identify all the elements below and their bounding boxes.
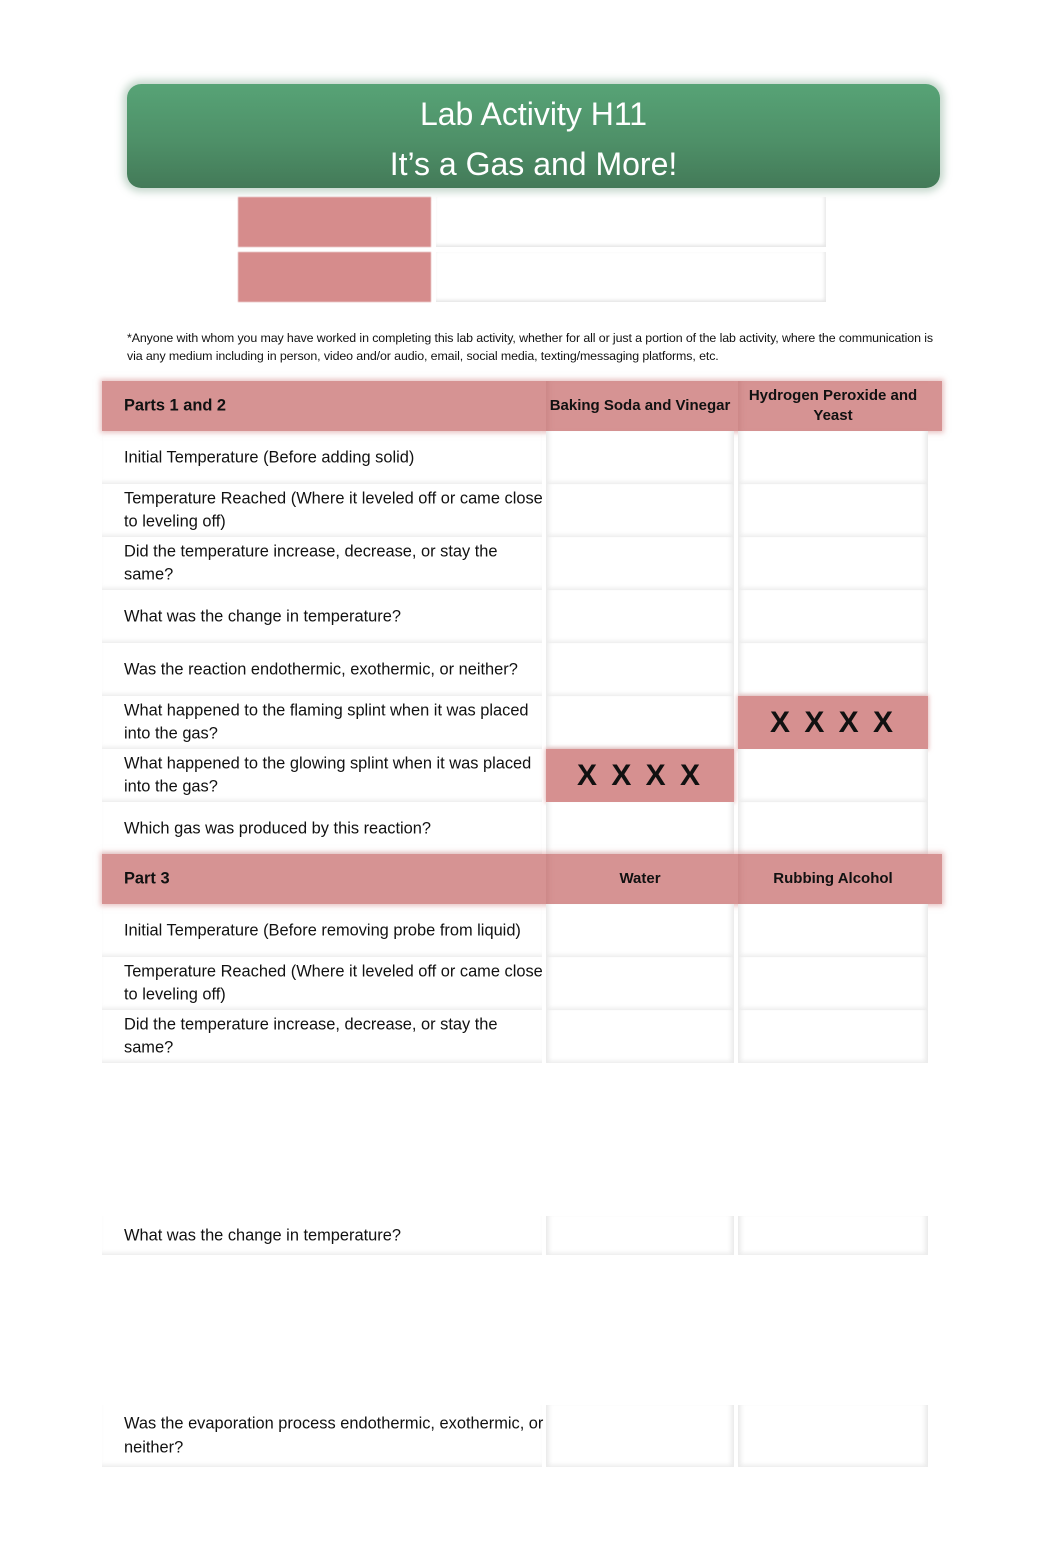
answer-cell[interactable] (738, 1010, 928, 1063)
question-label: What was the change in temperature? (124, 606, 401, 625)
part-3-table: Part 3 Water Rubbing Alcohol Initial Tem… (102, 854, 942, 1063)
answer-cell[interactable] (738, 537, 928, 590)
table-row: Was the reaction endothermic, exothermic… (102, 643, 942, 696)
question-label: Did the temperature increase, decrease, … (124, 1015, 498, 1057)
question-label: Did the temperature increase, decrease, … (124, 542, 498, 584)
answer-cell[interactable] (546, 590, 734, 643)
info-label (238, 197, 431, 247)
question-label: Was the reaction endothermic, exothermic… (124, 659, 518, 678)
table-row: Initial Temperature (Before adding solid… (102, 431, 942, 484)
blocked-cell: X X X X (738, 696, 928, 749)
blocked-marker: X X X X (576, 758, 704, 792)
answer-cell[interactable] (546, 696, 734, 749)
parts-1-2-table: Parts 1 and 2 Baking Soda and Vinegar Hy… (102, 381, 942, 855)
answer-cell[interactable] (546, 1010, 734, 1063)
answer-cell[interactable] (546, 431, 734, 484)
info-label (238, 252, 431, 302)
column-header: Hydrogen Peroxide and Yeast (738, 381, 928, 431)
title-banner: Lab Activity H11 It’s a Gas and More! (127, 84, 940, 188)
table-row: Did the temperature increase, decrease, … (102, 1010, 942, 1063)
part-3-table-continued: What was the change in temperature? (102, 1216, 942, 1255)
answer-cell[interactable] (738, 957, 928, 1010)
answer-cell[interactable] (738, 431, 928, 484)
table-row: What happened to the flaming splint when… (102, 696, 942, 749)
table-row: Did the temperature increase, decrease, … (102, 537, 942, 590)
title-line-2: It’s a Gas and More! (389, 146, 678, 182)
question-label: Which gas was produced by this reaction? (124, 818, 432, 837)
question-label: Temperature Reached (Where it leveled of… (124, 489, 543, 531)
student-info-box (238, 197, 826, 305)
info-row (238, 252, 826, 302)
question-label: What was the change in temperature? (124, 1225, 401, 1244)
answer-cell[interactable] (546, 1216, 734, 1255)
answer-cell[interactable] (546, 643, 734, 696)
info-value-field[interactable] (436, 197, 826, 247)
table-row: Temperature Reached (Where it leveled of… (102, 484, 942, 537)
table-row: What was the change in temperature? (102, 1216, 942, 1255)
collaboration-note: *Anyone with whom you may have worked in… (127, 331, 933, 363)
answer-cell[interactable] (738, 904, 928, 957)
table-header-row: Parts 1 and 2 Baking Soda and Vinegar Hy… (102, 381, 942, 431)
part-3-table-continued: Was the evaporation process endothermic,… (102, 1405, 942, 1467)
column-header: Water (546, 854, 734, 904)
table-header-row: Part 3 Water Rubbing Alcohol (102, 854, 942, 904)
question-label: What happened to the flaming splint when… (124, 701, 529, 743)
answer-cell[interactable] (546, 957, 734, 1010)
answer-cell[interactable] (738, 802, 928, 855)
answer-cell[interactable] (738, 749, 928, 802)
answer-cell[interactable] (738, 1405, 928, 1467)
blocked-cell: X X X X (546, 749, 734, 802)
answer-cell[interactable] (546, 537, 734, 590)
question-label: Temperature Reached (Where it leveled of… (124, 962, 543, 1004)
blocked-marker: X X X X (769, 705, 897, 739)
question-label: Initial Temperature (Before removing pro… (124, 920, 521, 939)
column-header: Rubbing Alcohol (738, 854, 928, 904)
answer-cell[interactable] (546, 1405, 734, 1467)
table-row: Was the evaporation process endothermic,… (102, 1405, 942, 1467)
info-value-field[interactable] (436, 252, 826, 302)
info-row (238, 197, 826, 247)
question-label: What happened to the glowing splint when… (124, 754, 532, 796)
answer-cell[interactable] (738, 1216, 928, 1255)
table-row: Initial Temperature (Before removing pro… (102, 904, 942, 957)
question-label: Was the evaporation process endothermic,… (124, 1414, 544, 1457)
answer-cell[interactable] (738, 643, 928, 696)
answer-cell[interactable] (738, 590, 928, 643)
answer-cell[interactable] (546, 904, 734, 957)
table-row: What was the change in temperature? (102, 590, 942, 643)
answer-cell[interactable] (738, 484, 928, 537)
table-row: Which gas was produced by this reaction? (102, 802, 942, 855)
question-label: Initial Temperature (Before adding solid… (124, 447, 415, 466)
answer-cell[interactable] (546, 484, 734, 537)
column-header: Baking Soda and Vinegar (546, 381, 734, 431)
answer-cell[interactable] (546, 802, 734, 855)
title-line-1: Lab Activity H11 (419, 96, 648, 132)
table-row: Temperature Reached (Where it leveled of… (102, 957, 942, 1010)
table-row: What happened to the glowing splint when… (102, 749, 942, 802)
